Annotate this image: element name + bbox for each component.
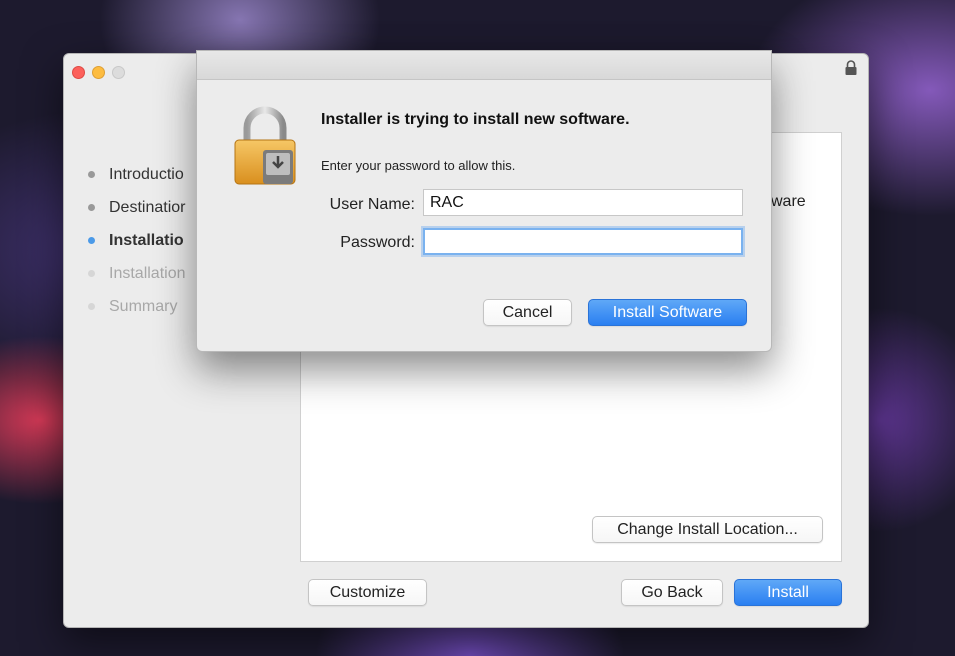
dialog-title: Installer is trying to install new softw…	[321, 111, 630, 128]
password-label: Password:	[340, 234, 415, 251]
minimize-button[interactable]	[92, 66, 105, 79]
close-button[interactable]	[72, 66, 85, 79]
step-destination: Destinatior	[88, 191, 186, 224]
step-indicator-icon	[88, 171, 95, 178]
dialog-topbar	[197, 51, 771, 80]
step-installation-type: Installatio	[88, 224, 186, 257]
username-field[interactable]	[423, 189, 743, 216]
step-indicator-icon	[88, 303, 95, 310]
authentication-dialog: Installer is trying to install new softw…	[196, 50, 772, 352]
step-indicator-icon	[88, 270, 95, 277]
step-introduction: Introductio	[88, 158, 186, 191]
go-back-button[interactable]: Go Back	[621, 579, 723, 606]
step-label: Destinatior	[109, 198, 186, 216]
zoom-button[interactable]	[112, 66, 125, 79]
content-text: ware	[771, 193, 806, 210]
step-indicator-icon	[88, 237, 95, 244]
package-lock-icon	[234, 106, 296, 185]
installer-steps: Introductio Destinatior Installatio Inst…	[88, 158, 186, 323]
username-label: User Name:	[329, 196, 415, 213]
step-label: Introductio	[109, 165, 184, 183]
change-install-location-button[interactable]: Change Install Location...	[592, 516, 823, 543]
step-installation: Installation	[88, 257, 186, 290]
step-summary: Summary	[88, 290, 186, 323]
customize-button[interactable]: Customize	[308, 579, 427, 606]
lock-icon	[845, 60, 857, 75]
install-software-button[interactable]: Install Software	[588, 299, 747, 326]
install-button[interactable]: Install	[734, 579, 842, 606]
cancel-button[interactable]: Cancel	[483, 299, 572, 326]
step-label: Installatio	[109, 231, 184, 249]
step-label: Installation	[109, 264, 186, 282]
dialog-message: Enter your password to allow this.	[321, 158, 516, 173]
password-field[interactable]	[423, 228, 743, 255]
step-label: Summary	[109, 297, 178, 315]
step-indicator-icon	[88, 204, 95, 211]
